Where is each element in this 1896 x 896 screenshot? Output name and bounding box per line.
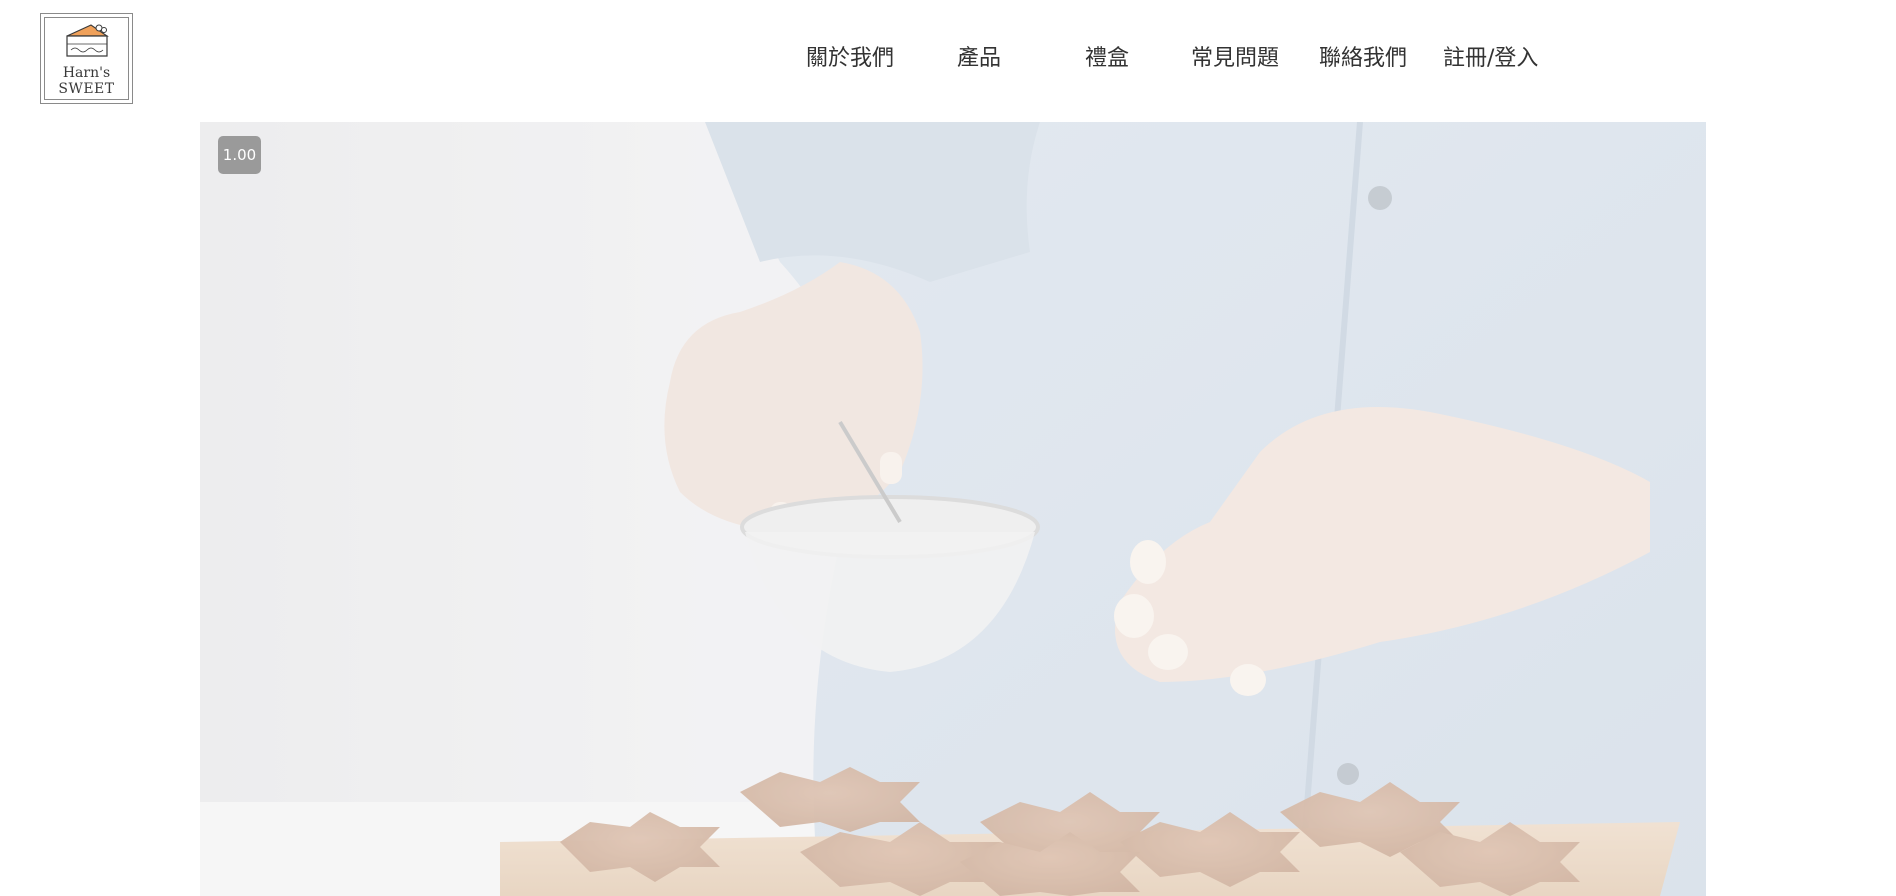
hero-video[interactable] bbox=[200, 122, 1706, 896]
nav-item-gift-box[interactable]: 禮盒 bbox=[1085, 44, 1129, 74]
playback-rate-badge[interactable]: 1.00 bbox=[218, 136, 261, 174]
logo-text-line1: Harn's bbox=[62, 65, 111, 81]
nav-item-contact[interactable]: 聯絡我們 bbox=[1319, 44, 1407, 74]
hero-image bbox=[200, 122, 1706, 896]
brand-logo[interactable]: Harn's SWEET bbox=[40, 13, 133, 104]
cake-slice-icon bbox=[66, 24, 109, 57]
nav-item-faq[interactable]: 常見問題 bbox=[1191, 44, 1279, 74]
nav-item-about[interactable]: 關於我們 bbox=[806, 44, 894, 74]
site-header: Harn's SWEET 關於我們 產品 禮盒 常見問題 聯絡我們 註冊/登入 bbox=[0, 0, 1896, 122]
nav-item-products[interactable]: 產品 bbox=[957, 44, 1001, 74]
nav-item-register-login[interactable]: 註冊/登入 bbox=[1443, 44, 1538, 74]
logo-text-line2: SWEET bbox=[58, 81, 115, 97]
